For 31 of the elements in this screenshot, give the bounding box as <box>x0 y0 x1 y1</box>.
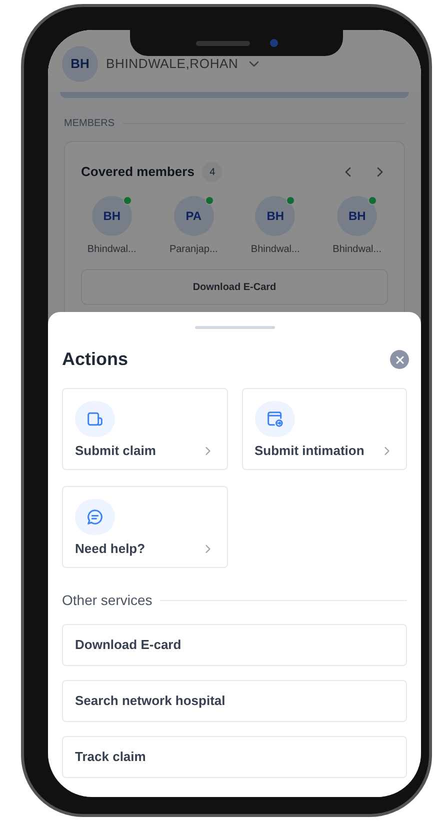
sheet-title: Actions <box>62 348 128 371</box>
camera-icon <box>270 39 278 47</box>
action-label: Need help? <box>75 540 146 558</box>
section-label: Other services <box>62 591 152 610</box>
close-icon <box>394 354 406 366</box>
member-name: Bhindwal... <box>332 243 382 257</box>
avatar: BH <box>62 46 98 82</box>
service-row[interactable]: Track claim <box>62 736 407 778</box>
service-row[interactable]: Search network hospital <box>62 680 407 722</box>
member-name: Paranjap... <box>169 243 218 257</box>
member-avatar[interactable]: PA <box>174 196 214 236</box>
action-card[interactable]: Submit intimation <box>242 388 407 470</box>
service-row[interactable]: Download E-card <box>62 624 407 666</box>
member-avatar[interactable]: BH <box>255 196 296 236</box>
action-label: Submit intimation <box>254 442 364 460</box>
card-title: Covered members <box>81 163 194 182</box>
chat-icon <box>85 507 105 527</box>
member-avatar[interactable]: BH <box>337 196 378 236</box>
member-avatar[interactable]: BH <box>92 196 132 236</box>
action-label: Submit claim <box>75 442 156 460</box>
member-name: Bhindwal... <box>87 243 136 257</box>
member-name: Bhindwal... <box>250 243 300 257</box>
section-label: MEMBERS <box>64 117 115 131</box>
user-name: BHINDWALE,ROHAN <box>106 55 238 74</box>
count-badge: 4 <box>202 162 222 182</box>
calendar-arrow-icon <box>264 409 284 429</box>
drag-handle[interactable] <box>194 326 274 329</box>
download-ecard-button[interactable]: Download E-Card <box>81 269 388 305</box>
action-card[interactable]: Submit claim <box>62 388 228 470</box>
action-card[interactable]: Need help? <box>62 486 228 568</box>
close-button[interactable] <box>390 350 409 369</box>
